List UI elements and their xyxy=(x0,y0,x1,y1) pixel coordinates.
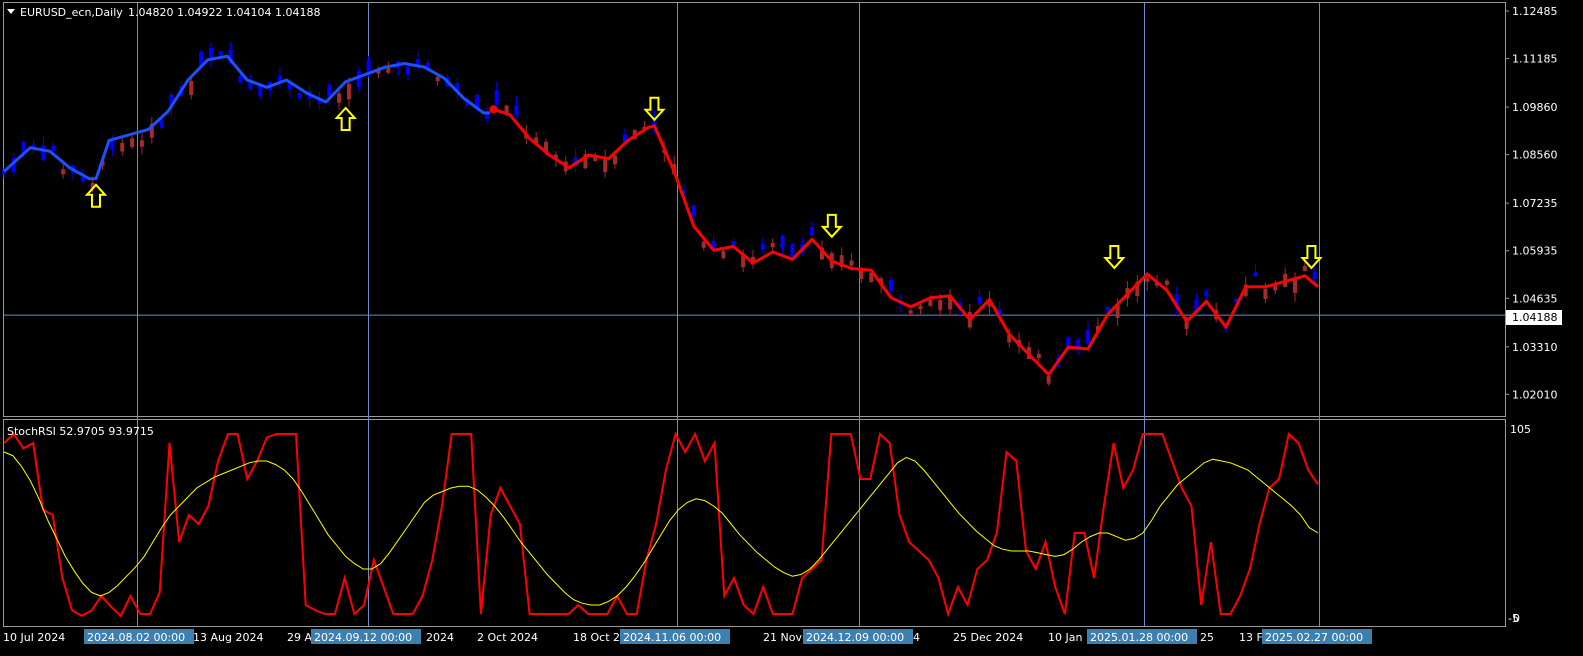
candle-body xyxy=(938,300,943,311)
candle-body xyxy=(928,299,933,306)
candle-body xyxy=(810,226,815,236)
ohlc-values: 1.04820 1.04922 1.04104 1.04188 xyxy=(128,6,320,19)
highlighted-date-label: 2024.08.02 00:00 xyxy=(87,631,185,644)
candle-body xyxy=(1036,353,1041,359)
candle-body xyxy=(1046,376,1051,384)
time-axis-label: 2024 xyxy=(426,631,454,644)
candle-body xyxy=(977,296,982,304)
candle-body xyxy=(1145,277,1150,282)
candle-body xyxy=(514,105,519,116)
candle-body xyxy=(218,51,223,57)
price-tick-label: 1.04635 xyxy=(1512,292,1558,305)
trading-chart[interactable]: 1.12485 1.11185 1.09860 1.08560 1.07235 1.059… xyxy=(0,0,1583,656)
candle-body xyxy=(770,242,775,248)
candle-body xyxy=(731,240,736,246)
chart-background xyxy=(0,0,1583,656)
candle-body xyxy=(1263,288,1268,300)
candle-body xyxy=(1086,330,1091,344)
price-axis: 1.12485 1.11185 1.09860 1.08560 1.07235 1.059… xyxy=(1505,5,1558,401)
candle-body xyxy=(41,145,46,161)
time-axis-label: 2 Oct 2024 xyxy=(477,631,538,644)
time-axis-label: 10 Jan xyxy=(1048,631,1082,644)
candle-body xyxy=(139,140,144,147)
time-axis: 10 Jul 2024 13 Aug 2024 29 A 2024 2 Oct 2024… xyxy=(3,629,1372,644)
candle-body xyxy=(1204,291,1209,296)
candle-body xyxy=(435,77,440,82)
highlighted-date-label: 2025.02.27 00:00 xyxy=(1265,631,1363,644)
price-tick-label: 1.03310 xyxy=(1512,341,1558,354)
time-axis-label: 13 F xyxy=(1239,631,1263,644)
candle-body xyxy=(61,169,66,175)
price-tick-label: 1.07235 xyxy=(1512,197,1558,210)
trend-switch-dot xyxy=(489,105,498,114)
candle-body xyxy=(238,75,243,83)
candle-body xyxy=(120,142,125,152)
time-axis-label: 25 xyxy=(1200,631,1214,644)
candle-body xyxy=(80,177,85,182)
highlighted-date-label: 2024.11.06 00:00 xyxy=(623,631,721,644)
chart-header: EURUSD_ecn,Daily 1.04820 1.04922 1.04104… xyxy=(7,6,320,19)
time-axis-label: 25 Dec 2024 xyxy=(953,631,1023,644)
price-tick-label: 1.08560 xyxy=(1512,149,1558,162)
time-axis-label: 13 Aug 2024 xyxy=(193,631,263,644)
candle-body xyxy=(908,310,913,314)
candle-body xyxy=(701,241,706,248)
candle-body xyxy=(356,71,361,87)
candle-body xyxy=(494,90,499,105)
candle-body xyxy=(1273,285,1278,291)
price-tick-label: 1.09860 xyxy=(1512,101,1558,114)
candle-body xyxy=(760,243,765,250)
indicator-axis-bottom-zero: 0 xyxy=(1513,612,1520,625)
candle-body xyxy=(337,93,342,103)
candle-body xyxy=(297,93,302,99)
candle-body xyxy=(159,120,164,128)
highlighted-date-label: 2024.09.12 00:00 xyxy=(314,631,412,644)
candle-body xyxy=(1105,307,1110,311)
candle-body xyxy=(1164,280,1169,285)
candle-body xyxy=(189,80,194,96)
candle-body xyxy=(1253,272,1258,277)
candle-body xyxy=(780,236,785,248)
candle-body xyxy=(386,67,391,73)
price-tick-label: 1.05935 xyxy=(1512,245,1558,258)
candle-body xyxy=(327,84,332,97)
time-axis-label: 10 Jul 2024 xyxy=(3,631,65,644)
candle-body xyxy=(918,305,923,309)
candle-body xyxy=(1302,265,1307,272)
candle-body xyxy=(888,279,893,291)
price-tick-label: 1.12485 xyxy=(1512,5,1558,18)
candle-body xyxy=(51,145,56,152)
indicator-axis-top: 105 xyxy=(1510,423,1531,436)
candle-body xyxy=(849,260,854,266)
candle-body xyxy=(613,155,618,165)
symbol-label: EURUSD_ecn,Daily xyxy=(20,6,123,19)
candle-body xyxy=(721,250,726,259)
candle-body xyxy=(790,243,795,257)
current-price-tag: 1.04188 xyxy=(1506,310,1562,325)
price-tick-label: 1.11185 xyxy=(1512,53,1558,66)
candle-body xyxy=(691,205,696,217)
candle-body xyxy=(346,83,351,100)
time-axis-label: 4 xyxy=(913,631,920,644)
current-price-label: 1.04188 xyxy=(1512,311,1558,324)
candle-body xyxy=(110,141,115,150)
candle-body xyxy=(1312,271,1317,280)
candle-body xyxy=(406,66,411,75)
time-axis-label: 29 A xyxy=(287,631,312,644)
price-tick-label: 1.02010 xyxy=(1512,388,1558,401)
highlighted-date-label: 2025.01.28 00:00 xyxy=(1090,631,1188,644)
candle-body xyxy=(130,138,135,147)
indicator-label: StochRSI 52.9705 93.9715 xyxy=(7,425,154,438)
time-axis-label: 18 Oct 2 xyxy=(573,631,620,644)
highlighted-date-label: 2024.12.09 00:00 xyxy=(806,631,904,644)
time-axis-label: 21 Nov xyxy=(763,631,802,644)
